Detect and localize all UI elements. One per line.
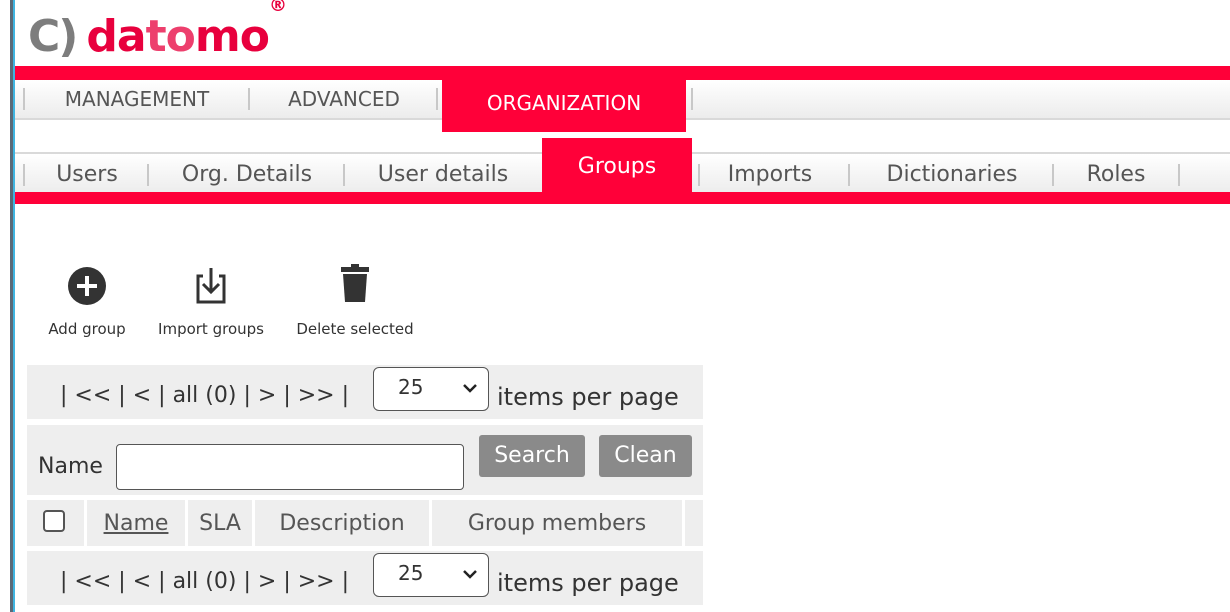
- submenu-red-band: [15, 192, 1230, 204]
- pager-top-links: | << | < | all (0) | > | >> |: [60, 383, 350, 408]
- datomo-logo: C) datomo®: [28, 0, 287, 62]
- column-header-description: Description: [279, 511, 405, 536]
- pager-first-link[interactable]: <<: [74, 569, 111, 594]
- add-circle-icon: [68, 267, 106, 305]
- import-groups-button[interactable]: Import groups: [148, 262, 274, 338]
- pager-first-link[interactable]: <<: [74, 383, 111, 408]
- search-button[interactable]: Search: [479, 435, 585, 477]
- pager-last-link[interactable]: >>: [298, 569, 335, 594]
- pager-prev-link[interactable]: <: [133, 383, 151, 408]
- menu-item-organization[interactable]: ORGANIZATION: [442, 80, 686, 132]
- tab-org-details[interactable]: Org. Details: [151, 154, 343, 194]
- pager-next-link[interactable]: >: [258, 569, 276, 594]
- submenu-separator: [848, 164, 850, 186]
- submenu-separator: [343, 164, 345, 186]
- pager-all-link[interactable]: all (0): [173, 569, 237, 594]
- header-red-band: [15, 66, 1230, 80]
- tab-imports[interactable]: Imports: [702, 154, 838, 194]
- menu-item-management[interactable]: MANAGEMENT: [27, 80, 247, 118]
- submenu-separator: [1052, 164, 1054, 186]
- clean-button[interactable]: Clean: [599, 435, 692, 477]
- column-separator: [682, 500, 685, 546]
- name-filter-label: Name: [38, 454, 103, 479]
- tab-dictionaries[interactable]: Dictionaries: [852, 154, 1052, 194]
- menu-separator: [248, 88, 250, 110]
- logo-mark: C): [28, 11, 78, 62]
- menu-separator: [436, 88, 438, 110]
- pager-next-link[interactable]: >: [258, 383, 276, 408]
- items-per-page-value: 25: [398, 375, 424, 399]
- column-header-name[interactable]: Name: [87, 500, 185, 546]
- tab-users[interactable]: Users: [27, 154, 147, 194]
- menu-item-advanced[interactable]: ADVANCED: [252, 80, 436, 118]
- add-group-button[interactable]: Add group: [38, 262, 136, 338]
- items-per-page-label: items per page: [497, 383, 679, 411]
- submenu-separator: [698, 164, 700, 186]
- delete-selected-button[interactable]: Delete selected: [288, 262, 422, 338]
- chevron-down-icon: [463, 570, 477, 579]
- submenu-separator: [23, 164, 25, 186]
- pager-all-link[interactable]: all (0): [173, 383, 237, 408]
- pager-bottom-links: | << | < | all (0) | > | >> |: [60, 569, 350, 594]
- pager-prev-link[interactable]: <: [133, 569, 151, 594]
- tab-roles[interactable]: Roles: [1056, 154, 1176, 194]
- add-group-label: Add group: [48, 320, 126, 338]
- items-per-page-label: items per page: [497, 569, 679, 597]
- column-header-sla: SLA: [199, 511, 241, 536]
- tab-groups[interactable]: Groups: [542, 138, 692, 192]
- submenu-separator: [1178, 164, 1180, 186]
- pager-last-link[interactable]: >>: [298, 383, 335, 408]
- column-header-group-members: Group members: [467, 511, 647, 536]
- import-icon: [196, 268, 226, 304]
- submenu-separator: [147, 164, 149, 186]
- trash-icon: [341, 264, 369, 302]
- items-per-page-select[interactable]: 25: [373, 367, 489, 411]
- import-groups-label: Import groups: [158, 320, 264, 338]
- chevron-down-icon: [463, 384, 477, 393]
- delete-selected-label: Delete selected: [296, 320, 414, 338]
- select-all-checkbox[interactable]: [43, 510, 65, 532]
- logo-wordmark: datomo®: [86, 0, 287, 62]
- name-filter-input[interactable]: [116, 444, 464, 490]
- tab-user-details[interactable]: User details: [347, 154, 539, 194]
- menu-separator: [691, 88, 693, 110]
- items-per-page-value: 25: [398, 561, 424, 585]
- menu-separator: [23, 88, 25, 110]
- items-per-page-select-bottom[interactable]: 25: [373, 553, 489, 597]
